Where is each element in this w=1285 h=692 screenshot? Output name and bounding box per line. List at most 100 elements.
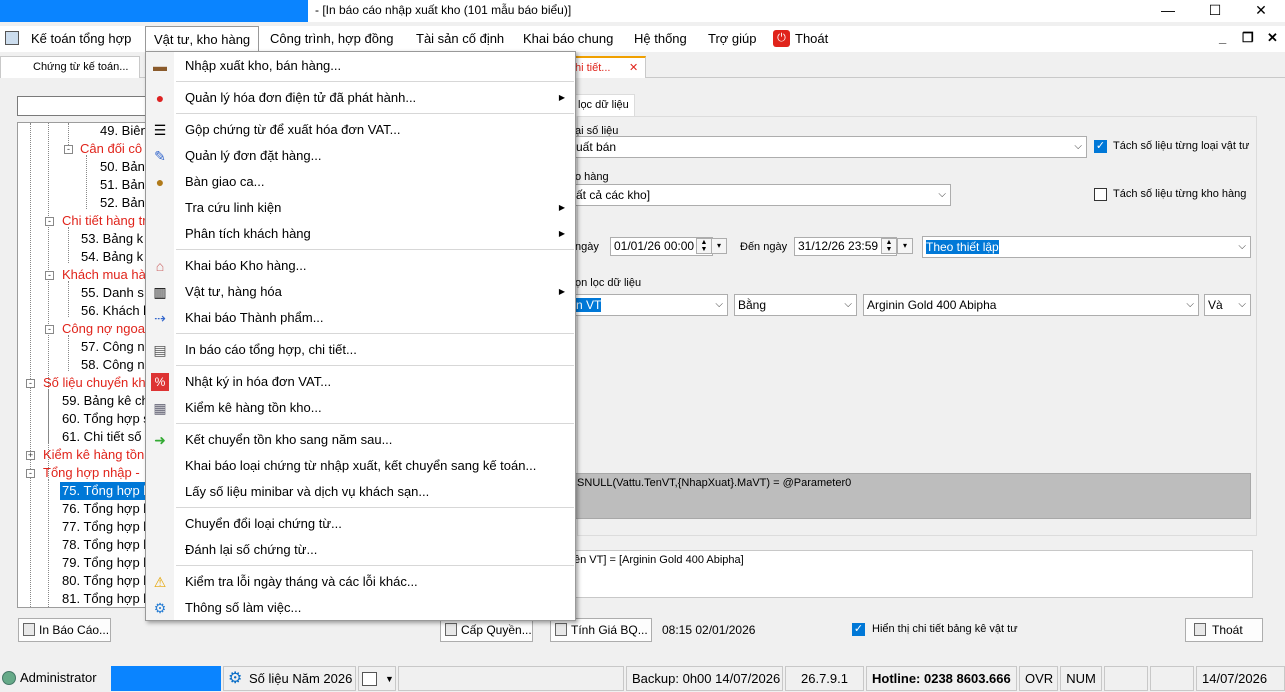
tree-node[interactable]: Kiểm kê hàng tồn bbox=[43, 446, 144, 464]
report-tree[interactable]: 49. Biên - Cân đối cô 50. Bản 51. Bản 52… bbox=[17, 122, 147, 608]
menu-tai-san-co-dinh[interactable]: Tài sản cố định bbox=[408, 26, 512, 52]
collapse-icon[interactable]: - bbox=[26, 379, 35, 388]
tab-chung-tu-ke-toan[interactable]: Chứng từ kế toán... bbox=[0, 56, 140, 78]
tree-node[interactable]: 78. Tổng hợp l bbox=[62, 536, 146, 554]
mdi-close-button[interactable]: ✕ bbox=[1267, 30, 1278, 46]
menu-item-nhat-ky-hoa-don[interactable]: % Nhật ký in hóa đơn VAT... bbox=[146, 370, 575, 394]
data-type-select[interactable]: uất bán ⌵ bbox=[573, 136, 1087, 158]
product-icon: ⇢ bbox=[154, 310, 166, 326]
to-date-spinner[interactable]: ▲ ▼ bbox=[881, 238, 897, 254]
menu-item-nhap-xuat-kho[interactable]: ▬ Nhập xuất kho, bán hàng... bbox=[146, 54, 575, 78]
tree-node[interactable]: 51. Bản bbox=[100, 176, 145, 194]
show-detail-checkbox[interactable]: ✓ bbox=[852, 623, 865, 636]
menu-item-in-bao-cao[interactable]: ▤ In báo cáo tổng hợp, chi tiết... bbox=[146, 338, 575, 362]
tree-node[interactable]: 54. Bảng k bbox=[81, 248, 143, 266]
menu-item-ket-chuyen-ton-kho[interactable]: ➜ Kết chuyển tồn kho sang năm sau... bbox=[146, 428, 575, 452]
collapse-icon[interactable]: - bbox=[45, 217, 54, 226]
collapse-icon[interactable]: - bbox=[45, 271, 54, 280]
split-warehouse-checkbox[interactable] bbox=[1094, 188, 1107, 201]
menu-item-gop-chung-tu[interactable]: ☰ Gộp chứng từ để xuất hóa đơn VAT... bbox=[146, 118, 575, 142]
expand-icon[interactable]: + bbox=[26, 451, 35, 460]
tree-node[interactable]: Số liệu chuyển kh bbox=[43, 374, 146, 392]
tree-node[interactable]: 57. Công n bbox=[81, 338, 145, 356]
menu-item-khai-bao-loai-chung-tu[interactable]: Khai báo loại chứng từ nhập xuất, kết ch… bbox=[146, 454, 575, 478]
mdi-minimize-button[interactable]: _ bbox=[1219, 30, 1226, 45]
menu-ke-toan-tong-hop[interactable]: Kế toán tổng hợp bbox=[23, 26, 139, 52]
tree-node[interactable]: 77. Tổng hợp l bbox=[62, 518, 146, 536]
tree-node[interactable]: 59. Bảng kê ch bbox=[62, 392, 146, 410]
tree-node[interactable]: 61. Chi tiết số l bbox=[62, 428, 146, 446]
menu-cong-trinh-hop-dong[interactable]: Công trình, hợp đồng bbox=[262, 26, 401, 52]
tab-loc-du-lieu[interactable]: lọc dữ liệu bbox=[575, 94, 635, 116]
period-select[interactable]: Theo thiết lập ⌵ bbox=[922, 236, 1251, 258]
menu-item-chuyen-doi-chung-tu[interactable]: Chuyển đổi loại chứng từ... bbox=[146, 512, 575, 536]
menu-vat-tu-kho-hang[interactable]: Vật tư, kho hàng bbox=[145, 26, 260, 53]
collapse-icon[interactable]: - bbox=[64, 145, 73, 154]
tree-node[interactable]: 79. Tổng hợp l bbox=[62, 554, 146, 572]
tree-node[interactable]: 53. Bảng k bbox=[81, 230, 143, 248]
tree-node[interactable]: 58. Công n bbox=[81, 356, 145, 374]
warehouse-select[interactable]: ất cả các kho] ⌵ bbox=[573, 184, 951, 206]
exit-button[interactable]: Thoát bbox=[1185, 618, 1263, 642]
tree-node[interactable]: 56. Khách l bbox=[81, 302, 146, 320]
from-date-spinner[interactable]: ▲ ▼ bbox=[696, 238, 712, 254]
show-detail-label: Hiển thị chi tiết bảng kê vật tư bbox=[872, 623, 1018, 635]
menu-item-kiem-tra-loi[interactable]: ⚠ Kiểm tra lỗi ngày tháng và các lỗi khác… bbox=[146, 570, 575, 594]
status-empty bbox=[398, 666, 624, 691]
menu-he-thong[interactable]: Hệ thống bbox=[626, 26, 695, 52]
collapse-icon[interactable]: - bbox=[45, 325, 54, 334]
tree-node[interactable]: Khách mua hà bbox=[62, 266, 146, 284]
operator-select[interactable]: Bằng ⌵ bbox=[734, 294, 857, 316]
tree-node[interactable]: 52. Bản bbox=[100, 194, 145, 212]
collapse-icon[interactable]: - bbox=[26, 469, 35, 478]
menu-item-vat-tu-hang-hoa[interactable]: ▥ Vật tư, hàng hóa ▶ bbox=[146, 280, 575, 304]
menu-item-thong-so[interactable]: ⚙ Thông số làm việc... bbox=[146, 596, 575, 620]
tree-node[interactable]: Cân đối cô bbox=[80, 140, 142, 158]
menu-item-don-dat-hang[interactable]: ✎ Quản lý đơn đặt hàng... bbox=[146, 144, 575, 168]
menu-item-phan-tich-khach-hang[interactable]: Phân tích khách hàng ▶ bbox=[146, 222, 575, 246]
close-button[interactable]: ✕ bbox=[1238, 0, 1284, 22]
tab-close-icon[interactable]: ✕ bbox=[629, 58, 638, 78]
period-value: Theo thiết lập bbox=[926, 240, 999, 254]
menu-item-minibar[interactable]: Lấy số liệu minibar và dịch vụ khách sạn… bbox=[146, 480, 575, 504]
tree-node[interactable]: 49. Biên bbox=[100, 123, 146, 140]
tree-node[interactable]: 60. Tổng hợp s bbox=[62, 410, 146, 428]
grant-permission-button[interactable]: Cấp Quyền... bbox=[440, 618, 533, 642]
to-date-dropdown-icon[interactable]: ▾ bbox=[897, 238, 913, 254]
print-report-button[interactable]: In Báo Cáo... bbox=[18, 618, 111, 642]
menu-item-danh-lai-so[interactable]: Đánh lại số chứng từ... bbox=[146, 538, 575, 562]
tree-node[interactable]: 55. Danh s bbox=[81, 284, 144, 302]
status-year[interactable]: ⚙ Số liệu Năm 2026 bbox=[223, 666, 356, 691]
chevron-down-icon: ⌵ bbox=[1238, 241, 1246, 252]
tree-node[interactable]: Chi tiết hàng tr bbox=[62, 212, 146, 230]
split-item-checkbox[interactable]: ✓ bbox=[1094, 140, 1107, 153]
maximize-button[interactable]: ☐ bbox=[1192, 0, 1238, 22]
menu-item-label: Quản lý đơn đặt hàng... bbox=[185, 148, 322, 163]
calc-average-price-button[interactable]: Tính Giá BQ... bbox=[550, 618, 652, 642]
tree-node[interactable]: 81. Tổng hợp l bbox=[62, 590, 146, 607]
menu-item-tra-cuu-linh-kien[interactable]: Tra cứu linh kiện ▶ bbox=[146, 196, 575, 220]
tree-node-selected[interactable]: 75. Tổng hợp l bbox=[60, 482, 146, 500]
join-select[interactable]: Và ⌵ bbox=[1204, 294, 1251, 316]
menu-thoat[interactable]: Thoát bbox=[787, 26, 836, 52]
menu-item-ban-giao-ca[interactable]: ● Bàn giao ca... bbox=[146, 170, 575, 194]
menu-khai-bao-chung[interactable]: Khai báo chung bbox=[515, 26, 621, 52]
value-select[interactable]: Arginin Gold 400 Abipha ⌵ bbox=[863, 294, 1199, 316]
field-select[interactable]: n VT ⌵ bbox=[573, 294, 728, 316]
submenu-arrow-icon: ▶ bbox=[558, 229, 565, 238]
menu-item-hoa-don-dien-tu[interactable]: ● Quản lý hóa đơn điện tử đã phát hành...… bbox=[146, 86, 575, 110]
tree-node[interactable]: 50. Bản bbox=[100, 158, 145, 176]
minimize-button[interactable]: — bbox=[1145, 0, 1191, 22]
mdi-restore-button[interactable]: ❐ bbox=[1242, 30, 1254, 46]
menu-item-khai-bao-thanh-pham[interactable]: ⇢ Khai báo Thành phẩm... bbox=[146, 306, 575, 330]
menu-tro-giup[interactable]: Trợ giúp bbox=[700, 26, 765, 52]
tree-node[interactable]: 76. Tổng hợp l bbox=[62, 500, 146, 518]
menu-item-khai-bao-kho-hang[interactable]: ⌂ Khai báo Kho hàng... bbox=[146, 254, 575, 278]
status-calendar[interactable]: ▼ bbox=[358, 666, 396, 691]
tree-node[interactable]: Công nợ ngoa bbox=[62, 320, 145, 338]
menu-item-kiem-ke[interactable]: ▦ Kiểm kê hàng tồn kho... bbox=[146, 396, 575, 420]
tree-node[interactable]: Tổng hợp nhập - bbox=[43, 464, 140, 482]
tree-search-input[interactable] bbox=[17, 96, 147, 116]
tree-node[interactable]: 80. Tổng hợp l bbox=[62, 572, 146, 590]
from-date-dropdown-icon[interactable]: ▾ bbox=[711, 238, 727, 254]
